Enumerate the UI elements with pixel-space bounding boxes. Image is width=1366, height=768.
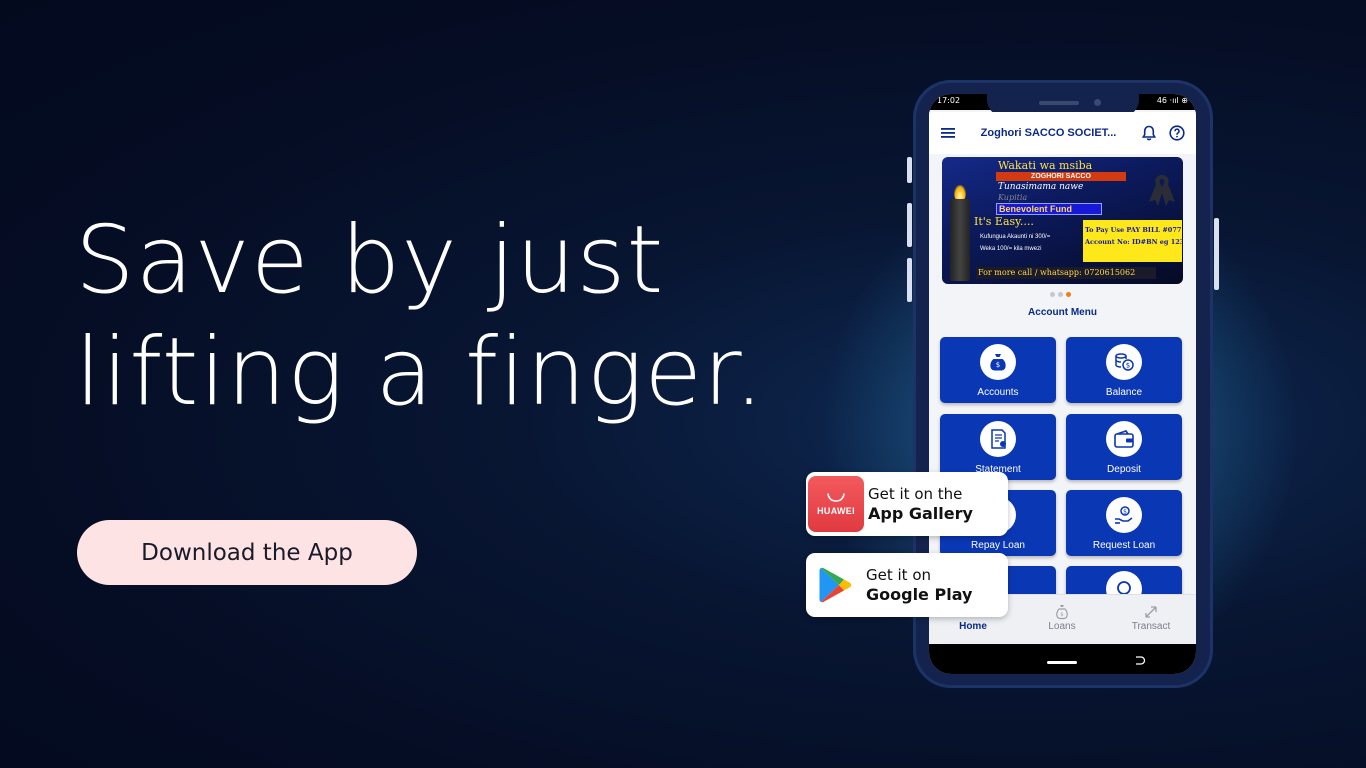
svg-text:$: $ bbox=[1060, 612, 1063, 618]
tile-label: Deposit bbox=[1107, 464, 1141, 475]
google-play-icon bbox=[806, 553, 866, 617]
shopping-bag-handle-icon bbox=[827, 493, 845, 502]
coins-icon: $ bbox=[1106, 344, 1142, 380]
download-app-button[interactable]: Download the App bbox=[77, 520, 417, 585]
banner-contact: For more call / whatsapp: 0720615062 bbox=[976, 267, 1156, 279]
huawei-appgallery-badge[interactable]: HUAWEI Get it on the App Gallery bbox=[806, 472, 1008, 536]
phone-side-button bbox=[1214, 218, 1219, 290]
mourning-ribbon-icon bbox=[1149, 175, 1175, 206]
tile-label: Repay Loan bbox=[971, 540, 1025, 551]
statement-tile[interactable]: Statement bbox=[940, 414, 1056, 480]
app-title: Zoghori SACCO SOCIET... bbox=[980, 127, 1117, 139]
banner-open-fee: Kufungua Akaunti ni 300/= bbox=[980, 234, 1051, 240]
hero-line-1: Save by just bbox=[75, 206, 665, 315]
banner-tagline: Tunasimama nawe bbox=[998, 182, 1084, 192]
home-gesture-bar[interactable] bbox=[1047, 661, 1077, 664]
google-play-badge[interactable]: Get it on Google Play bbox=[806, 553, 1008, 617]
help-icon[interactable] bbox=[1166, 122, 1188, 144]
carousel-dot[interactable] bbox=[1050, 292, 1055, 297]
carousel-dot-active[interactable] bbox=[1066, 292, 1071, 297]
phone-side-button bbox=[907, 258, 912, 302]
candle-graphic bbox=[950, 199, 970, 281]
wallet-icon bbox=[1106, 421, 1142, 457]
phone-side-button bbox=[907, 157, 912, 183]
svg-text:$: $ bbox=[996, 361, 1000, 369]
banner-heading: Wakati wa msiba bbox=[998, 159, 1093, 172]
hand-money-icon: $ bbox=[1106, 497, 1142, 533]
banner-paybill-box: To Pay Use PAY BILL #077167 Account No: … bbox=[1083, 220, 1183, 262]
request-loan-tile[interactable]: $ Request Loan bbox=[1066, 490, 1182, 556]
system-navigation-bar bbox=[929, 644, 1196, 674]
banner-sacco-name: ZOGHORI SACCO bbox=[996, 172, 1126, 181]
document-icon bbox=[980, 421, 1016, 457]
banner-monthly: Weka 100/= kila mwezi bbox=[980, 246, 1042, 252]
huawei-badge-line2: App Gallery bbox=[868, 504, 973, 523]
huawei-appgallery-icon: HUAWEI bbox=[808, 476, 864, 532]
tile-label: Accounts bbox=[977, 387, 1019, 398]
transfer-arrows-icon bbox=[1116, 603, 1186, 621]
nav-loans[interactable]: $ Loans bbox=[1027, 603, 1097, 632]
hero-headline: Save by just lifting a finger. bbox=[75, 205, 795, 429]
loan-bag-icon: $ bbox=[1027, 603, 1097, 621]
huawei-badge-text: Get it on the App Gallery bbox=[868, 485, 973, 523]
balance-tile[interactable]: $ Balance bbox=[1066, 337, 1182, 403]
accounts-tile[interactable]: $ Accounts bbox=[940, 337, 1056, 403]
huawei-logo-text: HUAWEI bbox=[817, 506, 855, 516]
promo-banner[interactable]: Wakati wa msiba ZOGHORI SACCO Tunasimama… bbox=[942, 157, 1183, 284]
svg-text:$: $ bbox=[1123, 509, 1127, 516]
deposit-tile[interactable]: Deposit bbox=[1066, 414, 1182, 480]
status-time: 17:02 bbox=[937, 96, 961, 105]
phone-side-button bbox=[907, 203, 912, 247]
google-badge-line1: Get it on bbox=[866, 566, 932, 584]
back-icon[interactable] bbox=[1134, 656, 1146, 666]
bell-icon[interactable] bbox=[1138, 122, 1160, 144]
nav-label: Loans bbox=[1048, 621, 1076, 632]
hero-line-2: lifting a finger. bbox=[75, 318, 765, 427]
account-menu-title: Account Menu bbox=[1028, 307, 1097, 318]
nav-label: Home bbox=[959, 621, 987, 632]
carousel-indicator bbox=[1050, 292, 1071, 297]
tile-label: Balance bbox=[1105, 387, 1143, 398]
svg-text:$: $ bbox=[1126, 362, 1130, 370]
hamburger-menu-icon[interactable] bbox=[937, 122, 959, 144]
banner-easy: It's Easy.... bbox=[974, 215, 1034, 228]
google-badge-text: Get it on Google Play bbox=[866, 566, 972, 604]
carousel-dot[interactable] bbox=[1058, 292, 1063, 297]
nav-transact[interactable]: Transact bbox=[1116, 603, 1186, 632]
status-icons: 46 ·ııl ⊕ bbox=[1156, 96, 1188, 105]
google-badge-line2: Google Play bbox=[866, 585, 973, 604]
nav-label: Transact bbox=[1131, 621, 1171, 632]
banner-paybill: To Pay Use PAY BILL #077167 bbox=[1085, 226, 1183, 234]
speaker-grille bbox=[1039, 101, 1079, 105]
app-bar: Zoghori SACCO SOCIET... bbox=[929, 112, 1196, 154]
tile-label: Request Loan bbox=[1092, 540, 1156, 551]
huawei-badge-line1: Get it on the bbox=[868, 485, 963, 503]
banner-fund-name: Benevolent Fund bbox=[996, 203, 1102, 215]
money-bag-icon: $ bbox=[980, 344, 1016, 380]
front-camera bbox=[1094, 99, 1101, 106]
banner-via: Kupitia bbox=[998, 193, 1028, 202]
banner-account-no: Account No: ID#BN eg 123387#BN bbox=[1085, 238, 1183, 246]
